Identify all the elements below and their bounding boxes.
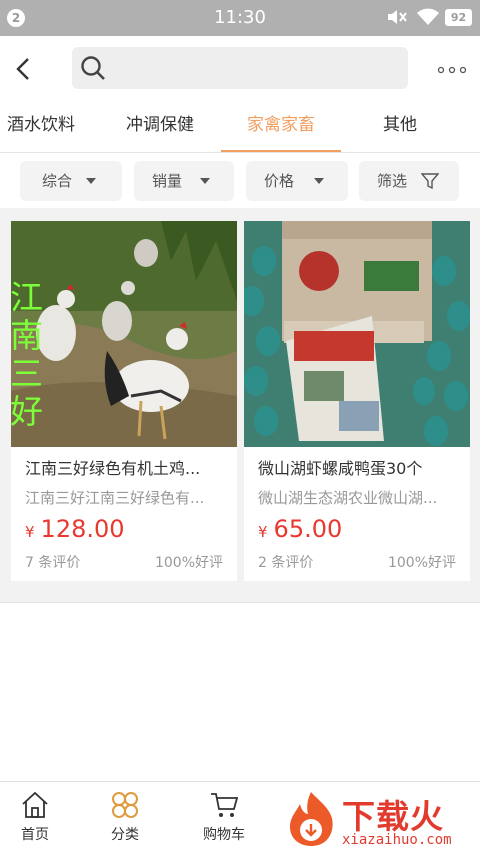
tab-health[interactable]: 冲调保健: [110, 102, 210, 152]
flame-logo-icon: [290, 792, 333, 846]
price-value: 128.00: [40, 515, 125, 543]
watermark-text: 下载火: [342, 797, 444, 836]
product-subtitle: 微山湖生态湖农业微山湖...: [258, 489, 438, 507]
nav-label: 首页: [21, 827, 49, 843]
price-value: 65.00: [273, 515, 343, 543]
filter-label: 价格: [264, 172, 295, 190]
cart-icon: [211, 793, 239, 817]
filter-label: 筛选: [377, 172, 408, 190]
positive-rate: 100%好评: [387, 555, 456, 571]
nav-cart[interactable]: 购物车: [179, 790, 269, 844]
wifi-icon: [417, 8, 439, 30]
tab-drinks[interactable]: 酒水饮料: [0, 102, 84, 152]
status-time: 11:30: [214, 7, 266, 28]
nav-category[interactable]: 分类: [80, 790, 170, 844]
review-count: 7 条评价: [25, 555, 81, 571]
currency-symbol: ¥: [258, 523, 268, 541]
filter-button[interactable]: 筛选: [359, 161, 459, 201]
product-card[interactable]: 微山湖虾螺咸鸭蛋30个 微山湖生态湖农业微山湖... ¥65.00 2 条评价 …: [244, 221, 470, 581]
positive-rate: 100%好评: [154, 555, 223, 571]
product-price: ¥65.00: [258, 515, 342, 543]
caret-down-icon: [86, 178, 96, 184]
watermark-url: xiazaihuo.com: [342, 832, 452, 848]
product-price: ¥128.00: [25, 515, 125, 543]
nav-home[interactable]: 首页: [0, 790, 80, 844]
category-icon: [112, 792, 138, 818]
image-overlay-text: 江南三好: [11, 278, 43, 431]
product-image[interactable]: [244, 221, 470, 447]
nav-label: 分类: [111, 827, 139, 843]
home-icon: [22, 791, 48, 818]
sort-sales-button[interactable]: 销量: [134, 161, 234, 201]
empty-area: [0, 603, 480, 781]
product-card[interactable]: 江南三好 江南三好绿色有机土鸡... 江南三好江南三好绿色有... ¥128.0…: [11, 221, 237, 581]
tab-poultry[interactable]: 家禽家畜: [221, 102, 341, 152]
caret-down-icon: [200, 178, 210, 184]
sort-price-button[interactable]: 价格: [246, 161, 348, 201]
back-arrow-icon: [16, 58, 29, 80]
chicken-photo: [11, 221, 237, 447]
currency-symbol: ¥: [25, 523, 35, 541]
duck-eggs-photo: [244, 221, 470, 447]
filter-label: 销量: [152, 172, 183, 190]
caret-down-icon: [314, 178, 324, 184]
more-options-button[interactable]: [437, 62, 467, 76]
battery-level: 92: [445, 9, 472, 26]
back-button[interactable]: [13, 56, 35, 82]
category-tabs: 酒水饮料 冲调保健 家禽家畜 其他: [0, 102, 480, 152]
mute-icon: [386, 7, 408, 32]
product-image[interactable]: 江南三好: [11, 221, 237, 447]
review-count: 2 条评价: [258, 555, 314, 571]
product-subtitle: 江南三好江南三好绿色有...: [25, 489, 205, 507]
filter-bar: 综合 销量 价格 筛选: [0, 152, 480, 208]
funnel-icon: [421, 173, 439, 190]
more-dots-icon: [437, 66, 467, 74]
product-title: 江南三好绿色有机土鸡...: [25, 459, 201, 478]
product-title: 微山湖虾螺咸鸭蛋30个: [258, 459, 423, 478]
status-bar: 2 11:30 92: [0, 0, 480, 36]
filter-label: 综合: [42, 172, 73, 190]
top-bar: [0, 36, 480, 102]
nav-label: 购物车: [203, 827, 245, 843]
sort-comprehensive-button[interactable]: 综合: [20, 161, 122, 201]
tab-other[interactable]: 其他: [360, 102, 440, 152]
watermark-logo: 下载火 xiazaihuo.com: [280, 788, 480, 853]
search-input[interactable]: [72, 47, 408, 89]
search-icon: [81, 56, 105, 80]
